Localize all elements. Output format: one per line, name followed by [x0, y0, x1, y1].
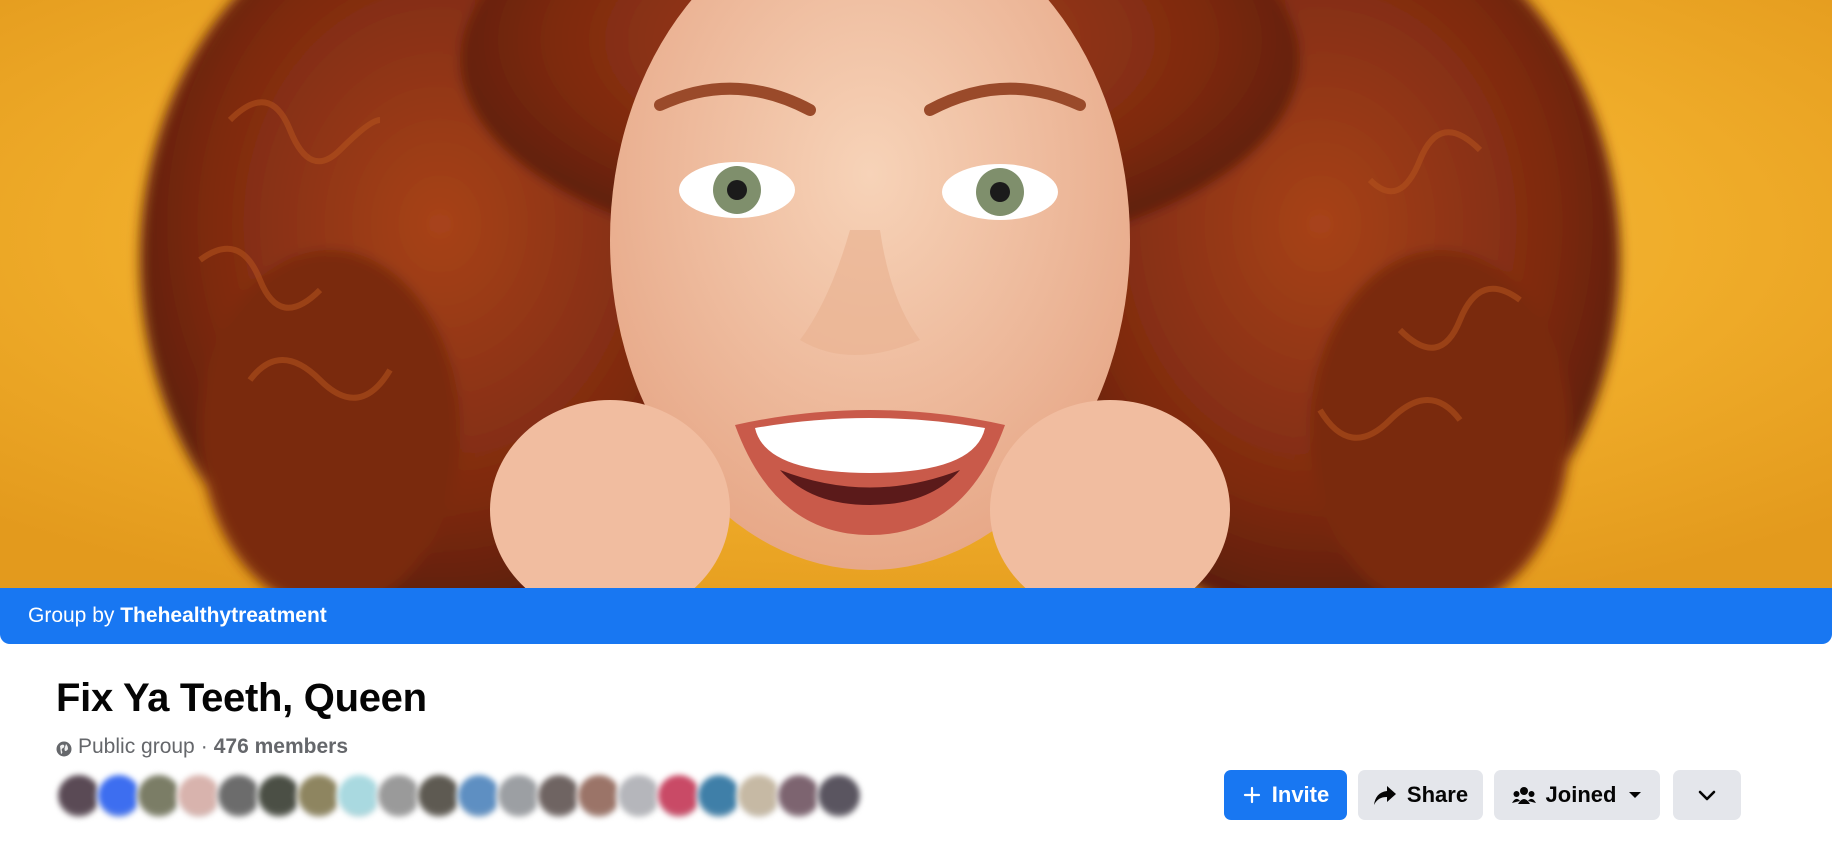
member-count[interactable]: 476 members [214, 735, 348, 759]
caret-down-icon [1628, 790, 1642, 800]
group-meta: Public group · 476 members [56, 735, 348, 759]
invite-label: Invite [1271, 782, 1330, 807]
share-arrow-icon [1373, 784, 1397, 806]
globe-icon [56, 739, 72, 757]
invite-button[interactable]: Invite [1224, 770, 1347, 820]
cover-photo[interactable] [0, 0, 1832, 588]
member-avatar[interactable] [816, 773, 862, 819]
members-icon [1511, 785, 1536, 805]
joined-label: Joined [1545, 782, 1617, 807]
joined-button[interactable]: Joined [1494, 770, 1660, 820]
meta-separator: · [200, 735, 208, 758]
group-by-bar: Group by Thehealthytreatment [0, 588, 1832, 644]
cover-photo-illustration [0, 0, 1832, 588]
more-options-button[interactable] [1673, 770, 1741, 820]
plus-icon [1242, 785, 1262, 805]
share-label: Share [1406, 782, 1469, 807]
group-by-prefix: Group by [28, 604, 115, 627]
group-owner-link[interactable]: Thehealthytreatment [120, 604, 327, 627]
share-button[interactable]: Share [1358, 770, 1483, 820]
group-header: Group by Thehealthytreatment Fix Ya Teet… [0, 0, 1832, 858]
group-title[interactable]: Fix Ya Teeth, Queen [56, 676, 427, 721]
member-avatars[interactable] [56, 773, 862, 821]
chevron-down-icon [1698, 782, 1716, 808]
privacy-label[interactable]: Public group [78, 735, 195, 759]
